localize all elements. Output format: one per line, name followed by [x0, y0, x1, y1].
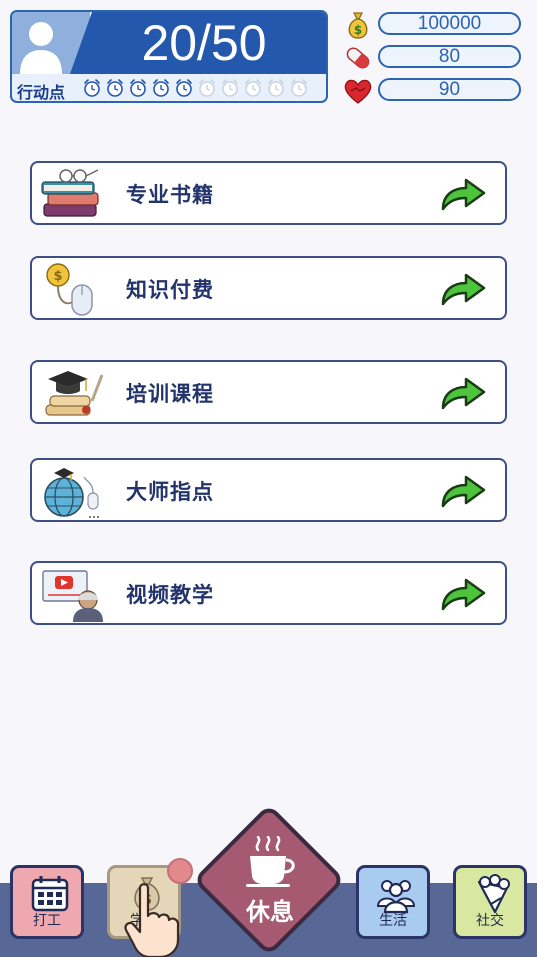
globe-mouse-icon [44, 468, 99, 518]
alarm-clock-filled-icon [130, 79, 146, 97]
graduation-diploma-icon [45, 371, 104, 416]
video-lecture-icon [42, 570, 103, 622]
alarm-clock-empty-icon [291, 79, 307, 97]
nav-social-button[interactable]: 社交 [453, 865, 527, 939]
menu-label: 视频教学 [126, 583, 214, 607]
svg-text:$: $ [354, 23, 362, 37]
menu-item-paid-knowledge[interactable]: $ 知识付费 [30, 256, 507, 320]
coin-mouse-icon: $ [46, 263, 93, 316]
calendar-icon [31, 876, 69, 912]
nav-life-label: 生活 [379, 913, 407, 929]
alarm-clock-empty-icon [199, 79, 215, 97]
action-points-label: 行动点 [17, 83, 66, 102]
bouquet-icon [477, 874, 510, 914]
svg-text:$: $ [53, 269, 62, 284]
action-point-clocks [82, 78, 309, 98]
user-silhouette-icon [20, 22, 62, 74]
menu-item-video-teaching[interactable]: 视频教学 [30, 561, 507, 625]
health-row: 80 [343, 43, 533, 71]
alarm-clock-filled-icon [107, 79, 123, 97]
alarm-clock-filled-icon [84, 79, 100, 97]
menu-item-training-courses[interactable]: 培训课程 [30, 360, 507, 424]
menu-label: 培训课程 [126, 382, 214, 406]
mood-value: 90 [378, 78, 521, 101]
notification-dot [167, 858, 193, 884]
menu-label: 知识付费 [126, 278, 214, 302]
nav-work-label: 打工 [33, 913, 61, 929]
people-group-icon [376, 880, 416, 914]
nav-rest-label: 休息 [246, 898, 294, 926]
money-bag-icon: $ [348, 12, 368, 39]
pill-icon [346, 47, 370, 69]
alarm-clock-filled-icon [153, 79, 169, 97]
alarm-clock-empty-icon [222, 79, 238, 97]
alarm-clock-filled-icon [176, 79, 192, 97]
menu-item-professional-books[interactable]: 专业书籍 [30, 161, 507, 225]
heart-handshake-icon [344, 79, 372, 104]
go-arrow-icon[interactable] [439, 272, 487, 308]
go-arrow-icon[interactable] [439, 177, 487, 213]
alarm-clock-empty-icon [245, 79, 261, 97]
money-row: $ 100000 [343, 10, 533, 39]
nav-life-button[interactable]: 生活 [356, 865, 430, 939]
nav-work-button[interactable]: 打工 [10, 865, 84, 939]
go-arrow-icon[interactable] [439, 577, 487, 613]
go-arrow-icon[interactable] [439, 376, 487, 412]
pointing-hand-icon [124, 883, 180, 957]
go-arrow-icon[interactable] [439, 474, 487, 510]
profile-card: 20/50 行动点 [10, 10, 328, 103]
menu-item-master-guidance[interactable]: 大师指点 [30, 458, 507, 522]
money-value: 100000 [378, 12, 521, 35]
mood-row: 90 [343, 76, 533, 104]
health-value: 80 [378, 45, 521, 68]
alarm-clock-empty-icon [268, 79, 284, 97]
coffee-cup-icon [246, 836, 295, 887]
nav-social-label: 社交 [476, 913, 504, 929]
menu-label: 大师指点 [126, 480, 214, 504]
books-icon [41, 169, 99, 217]
menu-label: 专业书籍 [126, 183, 214, 207]
action-points-value: 20/50 [141, 15, 267, 71]
